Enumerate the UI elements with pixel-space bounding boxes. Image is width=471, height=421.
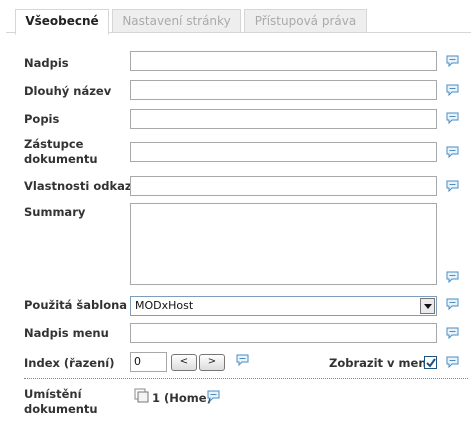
index-decrease-button[interactable]: < bbox=[171, 354, 197, 371]
section-divider bbox=[24, 378, 468, 379]
index-increase-button[interactable]: > bbox=[199, 354, 225, 371]
zastupce-label-line1: Zástupce bbox=[24, 137, 84, 151]
umisteni-value[interactable]: 1 (Home) bbox=[152, 391, 212, 405]
speech-bubble-icon[interactable] bbox=[446, 84, 459, 96]
zastupce-label: Zástupce dokumentu bbox=[24, 137, 98, 167]
speech-bubble-icon[interactable] bbox=[207, 390, 220, 402]
speech-bubble-icon[interactable] bbox=[446, 271, 459, 283]
zobrazit-v-menu-checkbox[interactable] bbox=[424, 356, 437, 369]
popis-label: Popis bbox=[24, 112, 60, 126]
chevron-down-icon[interactable] bbox=[420, 298, 435, 314]
nadpis-menu-input[interactable] bbox=[130, 323, 437, 343]
check-icon bbox=[426, 358, 436, 368]
tab-vseobecne[interactable]: Všeobecné bbox=[15, 9, 109, 35]
zobrazit-v-menu-label: Zobrazit v menu bbox=[329, 356, 435, 370]
vlastnosti-odkazu-input[interactable] bbox=[130, 176, 437, 196]
sablona-label: Použitá šablona bbox=[24, 298, 128, 312]
document-stack-icon[interactable] bbox=[134, 388, 150, 404]
speech-bubble-icon[interactable] bbox=[446, 298, 459, 310]
sablona-selected-value: MODxHost bbox=[135, 299, 194, 312]
speech-bubble-icon[interactable] bbox=[446, 55, 459, 67]
dlouhy-nazev-input[interactable] bbox=[130, 80, 437, 100]
vlastnosti-odkazu-label: Vlastnosti odkazu bbox=[24, 179, 140, 193]
speech-bubble-icon[interactable] bbox=[446, 180, 459, 192]
nadpis-input[interactable] bbox=[130, 51, 437, 71]
dlouhy-nazev-label: Dlouhý název bbox=[24, 84, 112, 98]
umisteni-label-line2: dokumentu bbox=[24, 402, 98, 416]
speech-bubble-icon[interactable] bbox=[446, 356, 459, 368]
sablona-select[interactable]: MODxHost bbox=[130, 296, 437, 316]
speech-bubble-icon[interactable] bbox=[446, 112, 459, 124]
summary-label: Summary bbox=[24, 205, 86, 219]
zastupce-label-line2: dokumentu bbox=[24, 152, 98, 166]
speech-bubble-icon[interactable] bbox=[446, 146, 459, 158]
popis-input[interactable] bbox=[130, 109, 437, 129]
index-input[interactable]: 0 bbox=[130, 352, 167, 372]
speech-bubble-icon[interactable] bbox=[446, 327, 459, 339]
umisteni-label: Umístění dokumentu bbox=[24, 387, 98, 417]
tab-nastaveni-stranky[interactable]: Nastavení stránky bbox=[112, 9, 241, 33]
nadpis-menu-label: Nadpis menu bbox=[24, 326, 109, 340]
nadpis-label: Nadpis bbox=[24, 56, 69, 70]
index-label: Index (řazení) bbox=[24, 356, 115, 370]
tab-pristupova-prava[interactable]: Přístupová práva bbox=[244, 9, 367, 33]
zastupce-input[interactable] bbox=[130, 142, 437, 162]
umisteni-label-line1: Umístění bbox=[24, 387, 82, 401]
summary-textarea[interactable] bbox=[130, 203, 437, 285]
speech-bubble-icon[interactable] bbox=[236, 354, 249, 366]
